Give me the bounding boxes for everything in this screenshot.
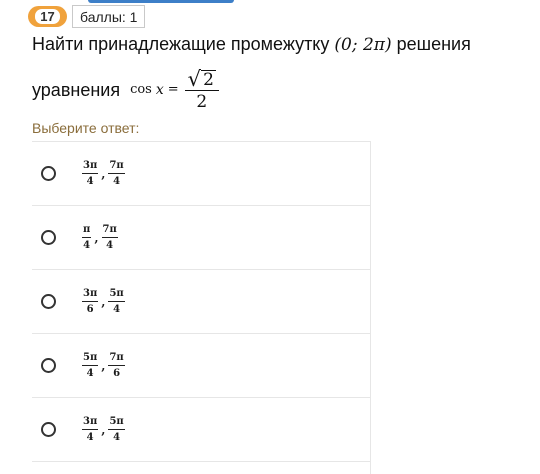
eq-function: cos (130, 82, 152, 97)
divider-vertical (370, 141, 371, 474)
fraction-denominator: 4 (86, 367, 94, 379)
eq-denominator: 2 (196, 91, 208, 112)
fraction-denominator: 6 (113, 367, 121, 379)
score-label: баллы: 1 (72, 5, 146, 28)
answer-prompt: Выберите ответ: (32, 120, 140, 136)
question-header: 17 баллы: 1 (28, 3, 146, 30)
answer-option-4[interactable]: 5π 4 , 7π 6 (32, 334, 370, 398)
fraction-numerator: 7π (108, 160, 125, 174)
radio-button[interactable] (41, 230, 56, 245)
question-line1: Найти принадлежащие промежутку (32, 34, 330, 54)
answer-label[interactable]: 3π 4 , 5π 4 (82, 416, 125, 444)
radio-button[interactable] (41, 422, 56, 437)
fraction-numerator: 5π (108, 288, 125, 302)
fraction-denominator: 6 (86, 303, 94, 315)
question-line2: уравнения (32, 80, 121, 100)
fraction-denominator: 4 (113, 175, 121, 187)
answer-label[interactable]: 5π 4 , 7π 6 (82, 352, 125, 380)
radicand: 2 (201, 69, 216, 90)
answer-option-2[interactable]: π4 , 7π 4 (32, 206, 370, 270)
fraction-denominator: 4 (86, 175, 94, 187)
fraction-numerator: 3π (82, 160, 99, 174)
fraction-denominator: 4 (83, 239, 91, 251)
interval-math: (0; 2π) (334, 35, 392, 55)
fraction-denominator: 4 (113, 303, 121, 315)
fraction-denominator: 4 (106, 239, 114, 251)
answer-option-5[interactable]: 3π 4 , 5π 4 (32, 398, 370, 462)
answer-label[interactable]: 3π 4 , 7π 4 (82, 160, 125, 188)
eq-sign: = (167, 82, 179, 97)
fraction-numerator: 5π (108, 416, 125, 430)
radio-button[interactable] (41, 358, 56, 373)
radio-button[interactable] (41, 166, 56, 181)
question-text: Найти принадлежащие промежутку (0; 2π) р… (32, 32, 532, 112)
radical-icon: √ (187, 66, 202, 91)
sqrt2-over-2-fraction: √ 2 2 (184, 66, 219, 112)
radio-button[interactable] (41, 294, 56, 309)
answer-options: 3π 4 , 7π 4 π4 , 7π 4 3π 6 , 5π 4 5π 4 , 7π 6 3… (32, 141, 370, 462)
question-number-badge: 17 (28, 6, 67, 27)
fraction-numerator: 3π (82, 288, 99, 302)
fraction-denominator: 4 (86, 431, 94, 443)
fraction-numerator: 7π (108, 352, 125, 366)
answer-label[interactable]: 3π 6 , 5π 4 (82, 288, 125, 316)
answer-option-1[interactable]: 3π 4 , 7π 4 (32, 142, 370, 206)
fraction-numerator: 3π (82, 416, 99, 430)
fraction-numerator: π (82, 224, 92, 238)
fraction-denominator: 4 (113, 431, 121, 443)
fraction-numerator: 7π (101, 224, 118, 238)
answer-label[interactable]: π4 , 7π 4 (82, 224, 118, 252)
answer-option-3[interactable]: 3π 6 , 5π 4 (32, 270, 370, 334)
equation: cos x = √ 2 2 (130, 66, 219, 112)
eq-variable: x (155, 82, 164, 98)
question-number: 17 (35, 9, 60, 24)
question-line1-tail: решения (396, 34, 471, 54)
fraction-numerator: 5π (82, 352, 99, 366)
